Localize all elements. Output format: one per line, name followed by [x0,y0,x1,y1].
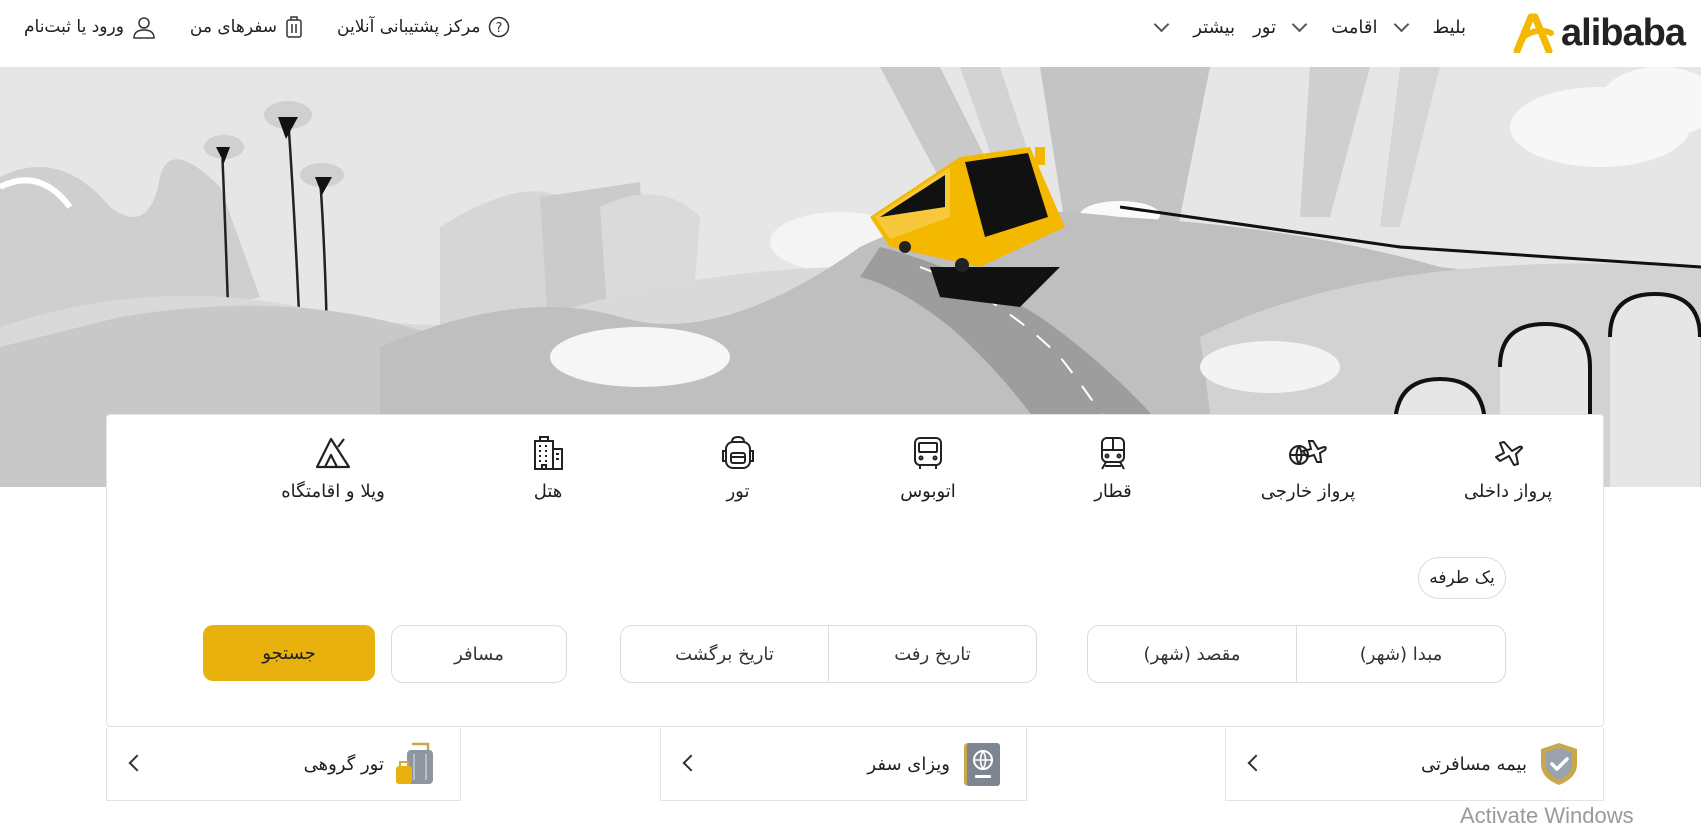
service-insurance[interactable]: بیمه مسافرتی [1225,728,1604,801]
shield-icon [1541,743,1577,785]
route-fields: مقصد (شهر) مبدا (شهر) [1087,625,1506,683]
tab-villa[interactable]: ویلا و اقامتگاه [258,435,408,502]
service-label: بیمه مسافرتی [1421,753,1527,775]
user-nav: ? مرکز پشتیبانی آنلاین سفرهای من ورود یا… [24,0,510,54]
tab-bus[interactable]: اتوبوس [853,435,1003,502]
tab-hotel[interactable]: هتل [473,435,623,502]
train-icon [1101,437,1125,470]
building-icon [534,436,563,470]
tab-international-flight[interactable]: پرواز خارجی [1233,435,1383,502]
luggage-icon [396,742,433,784]
bus-icon [914,437,942,469]
tab-tour[interactable]: تور [663,435,813,502]
search-button[interactable]: جستجو [203,625,375,681]
nav-item-label: بیشتر [1193,16,1236,38]
chevron-down-icon [1291,16,1308,32]
tab-label: پرواز داخلی [1463,481,1553,502]
passport-icon [964,743,1000,786]
chevron-left-icon [1247,754,1265,772]
passenger-field[interactable]: مسافر [392,626,566,682]
tab-label: پرواز خارجی [1260,481,1356,502]
tab-label: اتوبوس [900,481,956,502]
backpack-icon [722,435,754,469]
tab-train[interactable]: قطار [1038,435,1188,502]
svg-text:?: ? [496,21,503,36]
service-visa[interactable]: ویزای سفر [660,728,1027,801]
plane-icon [1495,441,1523,466]
chevron-down-icon [1153,16,1170,32]
nav-item-tour[interactable]: تور [1253,17,1276,38]
service-label: ویزای سفر [867,753,950,775]
date-fields: تاریخ برگشت تاریخ رفت [620,625,1037,683]
nav-item-ticket[interactable]: بلیط [1393,16,1467,38]
globe-plane-icon [1289,440,1327,465]
help-circle-icon: ? [489,16,510,38]
tab-label: ویلا و اقامتگاه [281,481,385,502]
brand-logo[interactable]: alibaba [1511,8,1686,58]
service-group-tour[interactable]: تور گروهی [106,728,461,801]
service-label: تور گروهی [303,753,384,775]
tab-label: تور [726,481,750,502]
tab-domestic-flight[interactable]: پرواز داخلی [1433,435,1583,502]
passenger-field-wrapper: مسافر [391,625,567,683]
suitcase-icon [286,16,302,38]
chevron-left-icon [128,754,146,772]
nav-item-label: اقامت [1331,16,1378,38]
brand-name: alibaba [1561,11,1686,54]
search-card: پرواز داخلی پرواز خارجی قطار اتوبوس تور … [106,414,1604,727]
header: alibaba بلیط اقامت تور بیشتر ? مرکز پشتی… [0,0,1701,68]
tent-icon [315,437,351,469]
depart-date-field[interactable]: تاریخ رفت [828,626,1036,682]
service-tabs: پرواز داخلی پرواز خارجی قطار اتوبوس تور … [107,435,1603,525]
my-trips-label: سفرهای من [189,17,278,37]
chevron-down-icon [1393,16,1409,32]
login-label: ورود یا ثبت‌نام [24,17,124,37]
nav-item-label: تور [1253,16,1277,38]
chevron-left-icon [682,754,700,772]
windows-activation-watermark: Activate Windows [1460,803,1634,828]
destination-field[interactable]: مقصد (شهر) [1088,626,1296,682]
origin-field[interactable]: مبدا (شهر) [1296,626,1505,682]
support-label: مرکز پشتیبانی آنلاین [337,17,481,37]
main-nav: بلیط اقامت تور بیشتر [1153,0,1467,54]
user-icon [133,17,155,39]
nav-item-more[interactable]: بیشتر [1153,16,1236,38]
nav-item-stay[interactable]: اقامت [1291,16,1378,38]
return-date-field[interactable]: تاریخ برگشت [621,626,828,682]
alibaba-logo-icon [1513,13,1555,53]
trip-type-selector[interactable]: یک طرفه [1418,557,1506,599]
tab-label: هتل [533,481,563,502]
nav-item-label: بلیط [1432,16,1467,38]
support-link[interactable]: ? مرکز پشتیبانی آنلاین [337,16,510,38]
my-trips-link[interactable]: سفرهای من [190,15,303,39]
login-link[interactable]: ورود یا ثبت‌نام [24,15,156,39]
tab-label: قطار [1094,481,1132,502]
